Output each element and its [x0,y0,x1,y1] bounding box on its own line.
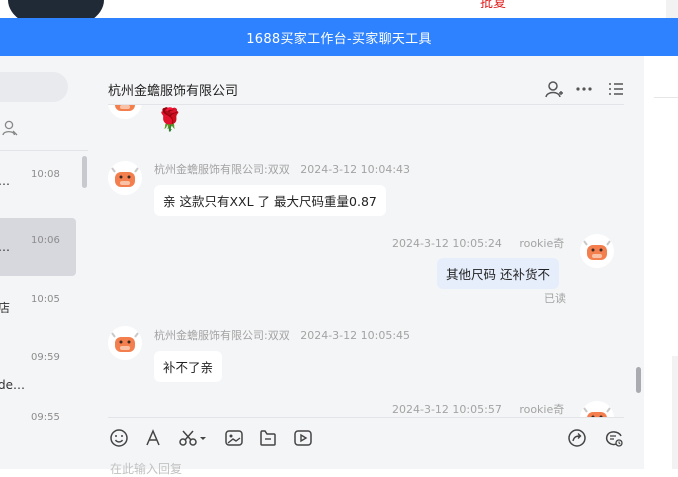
background-right-panel [644,56,678,469]
share-icon[interactable] [567,428,587,448]
message-meta: 2024-3-12 10:05:24 rookie奇 [392,235,564,251]
rose-emoji: 🌹 [156,108,184,133]
font-icon[interactable] [143,428,163,448]
scissors-icon[interactable] [178,428,208,448]
message-sender: rookie奇 [519,237,565,250]
avatar [580,401,614,417]
message-time: 2024-3-12 10:05:24 [392,237,502,250]
conversation-item[interactable]: … 10:08 [0,152,76,210]
background-edge [672,356,678,469]
message-bubble[interactable]: 其他尺码 还补货不 [437,258,559,289]
conversation-time: 09:55 [31,412,60,423]
list-icon[interactable] [606,80,626,98]
file-icon[interactable] [258,428,278,448]
message-sender: 杭州金蟾服饰有限公司:双双 [154,163,290,176]
background-divider [654,97,678,98]
read-status: 已读 [544,292,566,305]
avatar [108,105,142,119]
toolbar-divider [108,417,624,418]
conversation-time: 10:08 [31,169,60,180]
message-sender: rookie奇 [519,403,565,416]
background-edge [666,0,678,18]
cow-avatar-icon [108,105,142,119]
chat-scrollbar[interactable] [636,367,641,393]
chat-title: 杭州金蟾服饰有限公司 [108,84,239,99]
conversation-item[interactable]: 09:55 [0,395,76,453]
message-sender: 杭州金蟾服饰有限公司:双双 [154,329,290,342]
search-input[interactable] [0,72,68,102]
conversation-sidebar: … 10:08 … 10:06 店 10:05 09:59 de… 09:55 [0,56,88,469]
user-icon[interactable] [544,80,564,98]
message-time: 2024-3-12 10:05:45 [300,329,411,342]
emoji-icon[interactable] [109,428,129,448]
window-titlebar: 1688买家工作台-买家聊天工具 [0,18,678,56]
conversation-name: … [0,174,10,188]
history-icon[interactable] [604,428,624,448]
contact-search-icon[interactable] [2,120,18,136]
message-meta: 2024-3-12 10:05:57 rookie奇 [392,401,564,417]
conversation-name: de… [0,378,25,392]
conversation-name: 店 [0,301,11,315]
sidebar-scrollbar[interactable] [82,156,87,188]
conversation-time: 10:06 [31,235,60,246]
avatar [580,234,614,268]
background-red-text: 批复 [480,0,507,11]
message-meta: 杭州金蟾服饰有限公司:双双 2024-3-12 10:05:45 [154,327,410,343]
message-time: 2024-3-12 10:04:43 [300,163,411,176]
image-icon[interactable] [224,428,244,448]
message-bubble[interactable]: 亲 这款只有XXL 了 最大尺码重量0.87 [154,185,386,216]
cow-avatar-icon [580,401,614,417]
conversation-time: 10:05 [31,294,60,305]
message-time: 2024-3-12 10:05:57 [392,403,502,416]
cow-avatar-icon [580,234,614,268]
conversation-item[interactable]: 店 10:05 [0,277,76,335]
video-icon[interactable] [293,428,313,448]
message-list: 🌹 杭州金蟾服饰有限公司:双双 2024-3-12 10:04:43 亲 这款只… [88,105,644,417]
chat-panel: 杭州金蟾服饰有限公司 🌹 杭州金蟾服饰有限公司:双双 2024-3-12 10:… [88,56,644,476]
sidebar-divider [0,150,88,151]
cow-avatar-icon [108,326,142,360]
conversation-item-active[interactable]: … 10:06 [0,218,76,276]
avatar [108,326,142,360]
conversation-name: … [0,240,10,254]
chat-header: 杭州金蟾服饰有限公司 [108,56,624,105]
cow-avatar-icon [108,161,142,195]
avatar [108,161,142,195]
window-title: 1688买家工作台-买家聊天工具 [246,31,432,47]
message-bubble[interactable]: 补不了亲 [154,351,223,382]
more-icon[interactable] [574,80,594,98]
message-meta: 杭州金蟾服饰有限公司:双双 2024-3-12 10:04:43 [154,161,410,177]
